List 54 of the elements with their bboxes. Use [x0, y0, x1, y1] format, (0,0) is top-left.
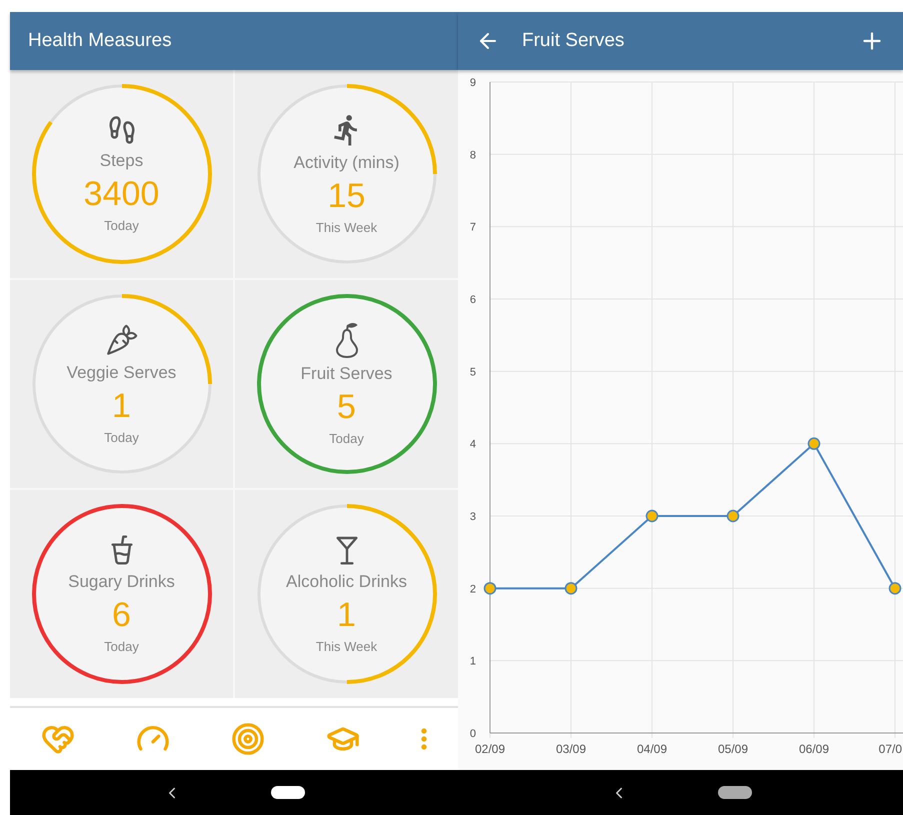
y-tick-label: 0 [470, 728, 476, 740]
data-point [564, 582, 578, 595]
measure-label: Fruit Serves [300, 364, 392, 384]
measure-tile[interactable]: Activity (mins) 15 This Week [235, 70, 458, 278]
measure-label: Veggie Serves [66, 363, 176, 383]
home-button[interactable] [271, 786, 305, 799]
measure-tile[interactable]: Veggie Serves 1 Today [10, 280, 233, 488]
target-icon [230, 722, 265, 756]
measure-tile[interactable]: Alcoholic Drinks 1 This Week [235, 490, 458, 698]
y-tick-label: 9 [470, 77, 476, 89]
measure-period: This Week [316, 639, 378, 654]
x-tick-label: 07/0 [878, 742, 902, 756]
x-tick-label: 04/09 [636, 742, 668, 756]
measure-tile[interactable]: Sugary Drinks 6 Today [10, 490, 233, 698]
home-button[interactable] [718, 786, 752, 799]
measure-value: 15 [328, 177, 366, 216]
measure-period: This Week [316, 220, 378, 235]
measure-tile[interactable]: Fruit Serves 5 Today [235, 280, 458, 488]
data-point [646, 510, 658, 522]
data-point [888, 582, 902, 595]
y-tick-label: 5 [470, 366, 476, 378]
x-tick-label: 02/09 [474, 742, 506, 756]
y-tick-label: 6 [470, 294, 476, 306]
more-icon [421, 728, 428, 750]
measure-value: 1 [112, 387, 131, 426]
x-tick-label: 06/09 [798, 742, 830, 756]
screen-title: Health Measures [28, 30, 173, 52]
measure-tile[interactable]: Steps 3400 Today [10, 70, 233, 278]
measure-period: Today [104, 218, 139, 233]
data-point [484, 582, 496, 595]
measure-label: Alcoholic Drinks [286, 572, 407, 592]
measure-value: 6 [112, 596, 131, 635]
screen-title: Fruit Serves [522, 30, 626, 52]
measure-label: Sugary Drinks [68, 572, 175, 592]
measure-value: 1 [337, 596, 356, 635]
measure-value: 3400 [84, 175, 160, 214]
x-tick-label: 03/09 [556, 742, 586, 756]
data-point [808, 437, 820, 450]
measure-period: Today [104, 430, 139, 445]
carrot-icon [104, 323, 138, 357]
y-tick-label: 8 [470, 149, 476, 162]
footprints-icon [106, 115, 136, 145]
measure-label: Activity (mins) [294, 153, 400, 173]
measure-value: 5 [337, 388, 356, 427]
y-tick-label: 3 [470, 511, 476, 523]
y-tick-label: 1 [470, 656, 476, 668]
y-tick-label: 4 [470, 438, 476, 451]
measure-period: Today [329, 431, 364, 446]
measure-period: Today [104, 639, 139, 654]
data-point [726, 510, 740, 522]
y-tick-label: 7 [470, 222, 476, 234]
y-tick-label: 2 [470, 583, 476, 596]
measure-label: Steps [100, 151, 144, 171]
x-tick-label: 05/09 [718, 742, 748, 756]
